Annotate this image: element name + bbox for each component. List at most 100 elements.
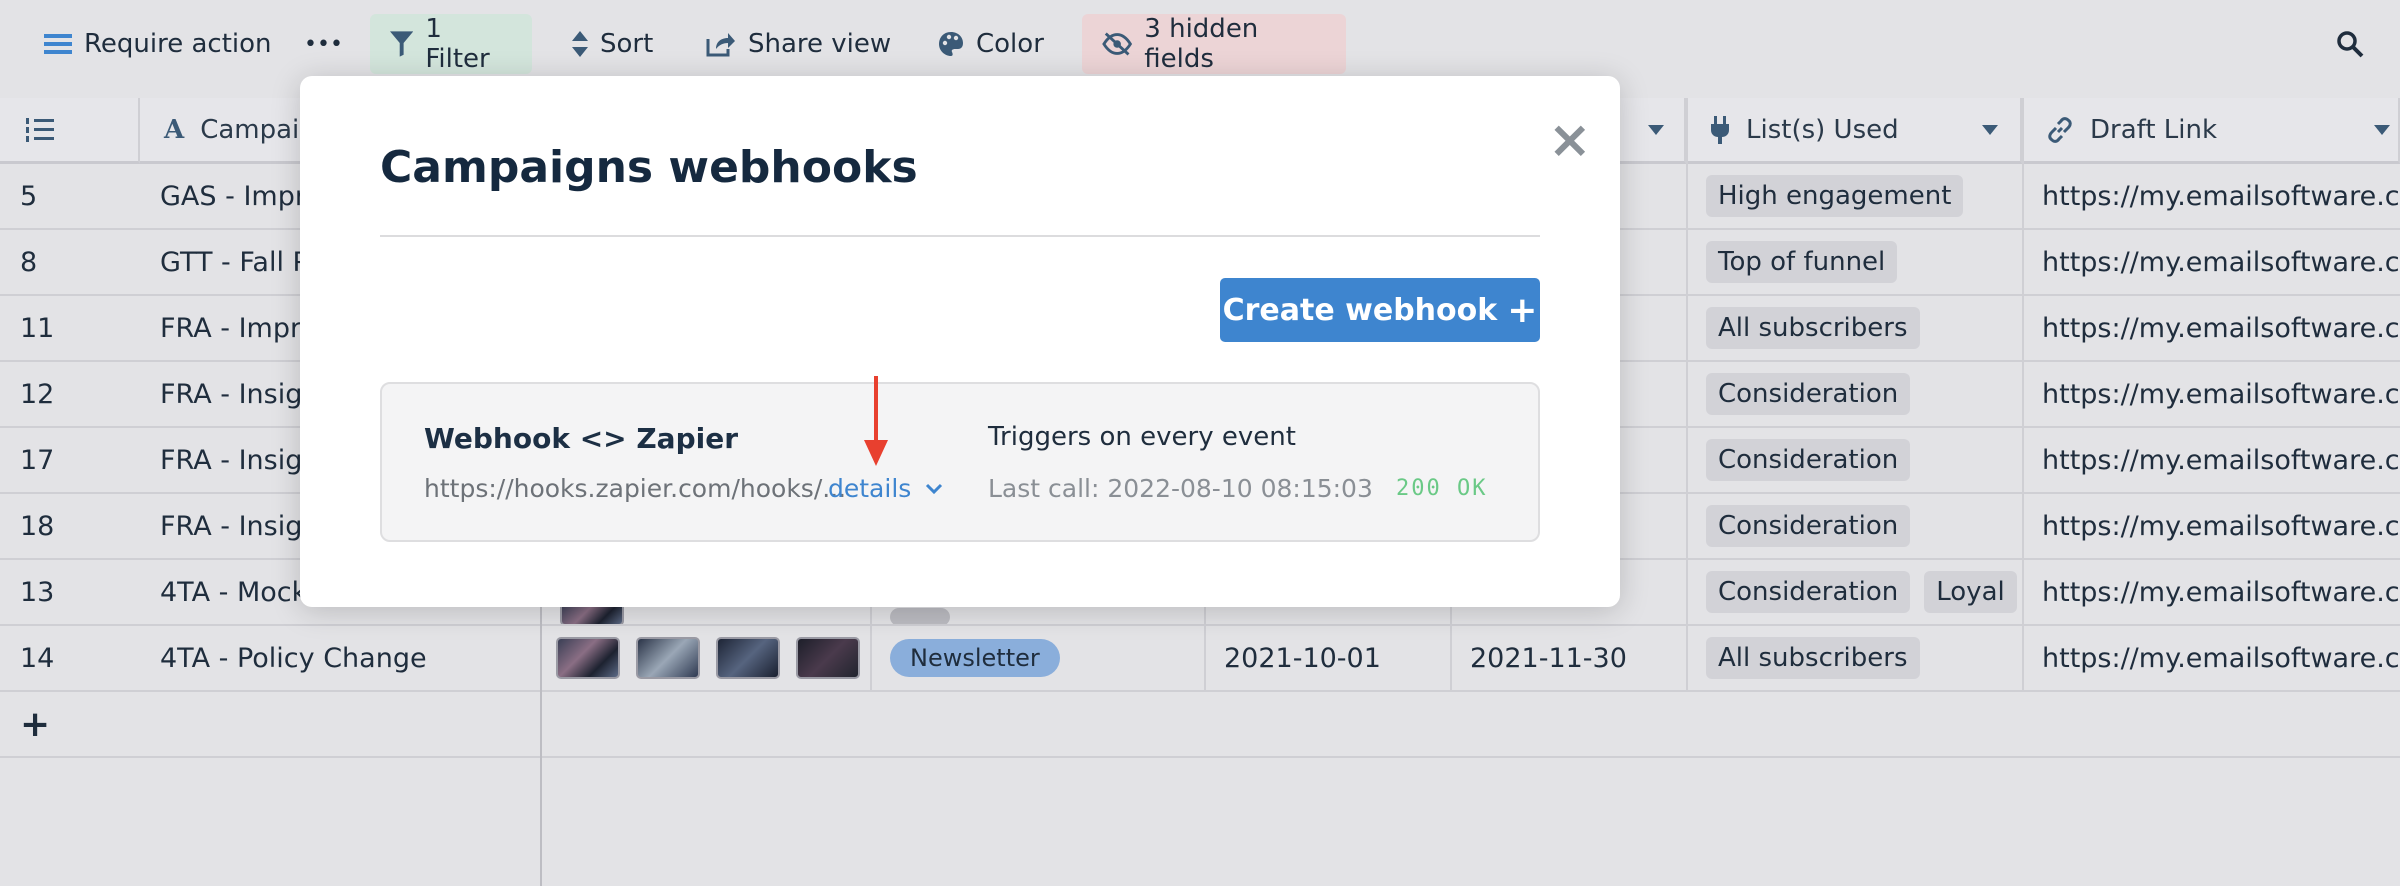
palette-icon	[939, 32, 963, 56]
text-type-icon: A	[164, 114, 185, 145]
share-icon	[706, 33, 735, 57]
row-id: 11	[20, 312, 55, 344]
webhook-last-call: Last call: 2022-08-10 08:15:03	[988, 474, 1373, 503]
details-label: details	[828, 474, 912, 503]
attachment-thumbnail[interactable]	[636, 637, 700, 679]
row-number-header	[0, 98, 140, 164]
column-divider	[2022, 98, 2024, 692]
lists-cell[interactable]: Top of funnel	[1686, 230, 2022, 294]
table-row[interactable]: 14 4TA - Policy Change Newsletter 2021-1…	[0, 626, 2400, 692]
row-id: 13	[20, 576, 55, 608]
list-tag: Loyal	[1924, 571, 2017, 613]
list-tag: Consideration	[1706, 439, 1911, 481]
numbered-list-icon	[26, 117, 54, 142]
share-view-button[interactable]: Share view	[686, 14, 911, 74]
row-id: 18	[20, 510, 55, 542]
header-draft-link[interactable]: Draft Link	[2022, 98, 2400, 164]
lists-cell[interactable]: All subscribers	[1686, 626, 2022, 690]
close-icon[interactable]: ×	[1548, 114, 1592, 166]
chevron-down-icon	[926, 483, 943, 494]
search-icon	[2337, 31, 2364, 58]
sort-button[interactable]: Sort	[552, 14, 673, 74]
list-tag: Consideration	[1706, 373, 1911, 415]
lists-cell[interactable]: Consideration Loyal	[1686, 560, 2022, 624]
chevron-down-icon	[1982, 124, 1998, 135]
list-tag: All subscribers	[1706, 637, 1920, 679]
webhook-url: https://hooks.zapier.com/hooks/...	[424, 474, 847, 503]
link-icon	[2048, 116, 2072, 143]
webhook-name: Webhook <> Zapier	[424, 422, 739, 455]
menu-icon	[44, 34, 72, 54]
list-tag: High engagement	[1706, 175, 1964, 217]
webhook-card: Webhook <> Zapier https://hooks.zapier.c…	[380, 382, 1540, 542]
search-button[interactable]	[2316, 14, 2384, 74]
lists-cell[interactable]: Consideration	[1686, 428, 2022, 492]
row-id: 5	[20, 180, 38, 212]
chevron-down-icon	[2374, 124, 2390, 135]
sort-icon	[572, 31, 588, 57]
view-switcher[interactable]: Require action	[24, 14, 292, 74]
attachment-thumbnail[interactable]	[556, 637, 620, 679]
type-pill	[890, 608, 950, 624]
draft-link[interactable]: https://my.emailsoftware.c...	[2022, 428, 2400, 492]
modal-divider	[380, 235, 1540, 237]
webhook-trigger: Triggers on every event	[988, 422, 1296, 452]
row-id: 8	[20, 246, 38, 278]
draft-link[interactable]: https://my.emailsoftware.c...	[2022, 230, 2400, 294]
lists-cell[interactable]: All subscribers	[1686, 296, 2022, 360]
campaign-name[interactable]: 4TA - Policy Change	[140, 626, 540, 690]
end-date[interactable]: 2021-11-30	[1450, 626, 1686, 690]
header-draft-label: Draft Link	[2090, 114, 2218, 145]
draft-link[interactable]: https://my.emailsoftware.c...	[2022, 296, 2400, 360]
draft-link[interactable]: https://my.emailsoftware.c...	[2022, 362, 2400, 426]
row-id: 14	[20, 642, 55, 674]
hidden-fields-label: 3 hidden fields	[1144, 14, 1259, 74]
annotation-arrow-icon	[864, 376, 888, 466]
details-toggle[interactable]: details	[828, 474, 943, 503]
draft-link[interactable]: https://my.emailsoftware.c...	[2022, 626, 2400, 690]
attachment-thumbnail[interactable]	[716, 637, 780, 679]
add-row-icon[interactable]: +	[0, 692, 140, 756]
list-tag: All subscribers	[1706, 307, 1920, 349]
status-badge: 200 OK	[1396, 476, 1488, 501]
list-tag: Consideration	[1706, 571, 1911, 613]
start-date[interactable]: 2021-10-01	[1204, 626, 1450, 690]
add-row[interactable]: +	[0, 692, 2400, 758]
more-icon: •••	[304, 31, 343, 57]
filter-icon	[390, 31, 414, 57]
color-button[interactable]: Color	[918, 14, 1064, 74]
draft-link[interactable]: https://my.emailsoftware.c...	[2022, 164, 2400, 228]
lists-cell[interactable]: High engagement	[1686, 164, 2022, 228]
share-label: Share view	[748, 29, 892, 59]
list-tag: Consideration	[1706, 505, 1911, 547]
color-label: Color	[976, 29, 1044, 59]
attachments-cell[interactable]	[540, 626, 870, 690]
plus-icon: +	[1507, 289, 1538, 331]
type-cell[interactable]: Newsletter	[870, 626, 1204, 690]
chevron-down-icon	[1648, 124, 1664, 135]
header-lists-label: List(s) Used	[1746, 114, 1899, 145]
hidden-fields-button[interactable]: 3 hidden fields	[1082, 14, 1346, 74]
header-lists-used[interactable]: List(s) Used	[1686, 98, 2022, 164]
column-divider	[1686, 98, 1688, 692]
type-pill: Newsletter	[890, 639, 1060, 677]
eye-slash-icon	[1102, 32, 1133, 56]
row-id: 12	[20, 378, 55, 410]
lists-cell[interactable]: Consideration	[1686, 362, 2022, 426]
modal-title: Campaigns webhooks	[380, 142, 918, 193]
draft-link[interactable]: https://my.emailsoftware.c...	[2022, 560, 2400, 624]
create-webhook-button[interactable]: Create webhook +	[1220, 278, 1540, 342]
create-webhook-label: Create webhook	[1222, 292, 1498, 328]
view-name: Require action	[84, 29, 272, 59]
filter-button[interactable]: 1 Filter	[370, 14, 532, 74]
row-id: 17	[20, 444, 55, 476]
webhooks-modal: Campaigns webhooks × Create webhook + We…	[300, 76, 1620, 607]
plug-icon	[1711, 115, 1729, 144]
lists-cell[interactable]: Consideration	[1686, 494, 2022, 558]
more-button[interactable]: •••	[284, 14, 363, 74]
filter-label: 1 Filter	[425, 14, 490, 74]
list-tag: Top of funnel	[1706, 241, 1898, 283]
draft-link[interactable]: https://my.emailsoftware.c...	[2022, 494, 2400, 558]
sort-label: Sort	[600, 29, 654, 59]
attachment-thumbnail[interactable]	[796, 637, 860, 679]
